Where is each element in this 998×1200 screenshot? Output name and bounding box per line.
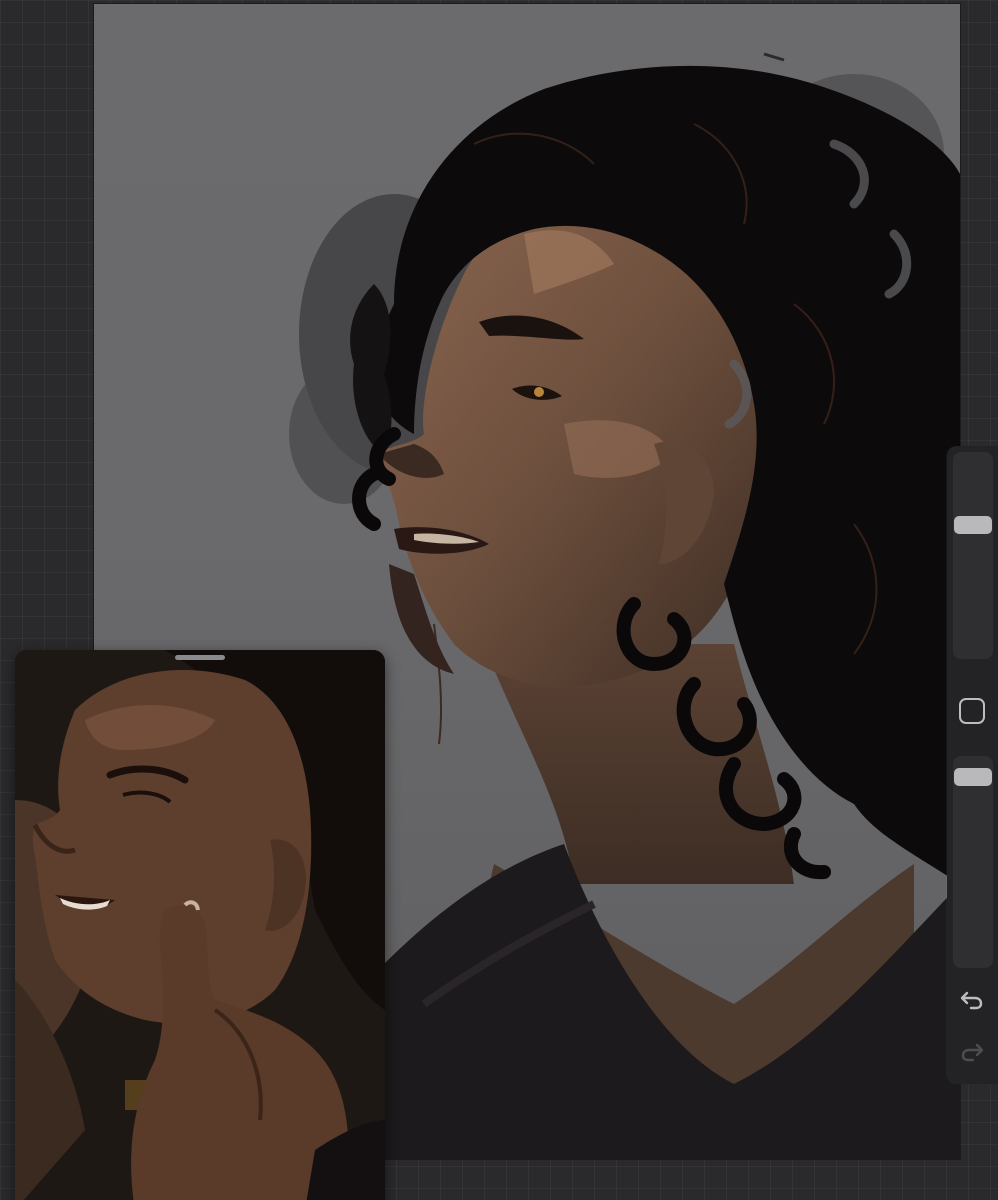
reference-image-window[interactable] <box>15 650 385 1200</box>
modify-button[interactable] <box>959 698 985 724</box>
workspace-grid <box>0 0 998 1200</box>
brush-size-slider[interactable] <box>953 452 993 659</box>
reference-photo <box>15 650 385 1200</box>
brush-opacity-slider-thumb[interactable] <box>954 768 992 786</box>
redo-arrow-icon <box>961 1043 984 1062</box>
brush-opacity-slider[interactable] <box>953 756 993 968</box>
undo-button[interactable] <box>956 984 988 1016</box>
redo-button[interactable] <box>956 1036 988 1068</box>
brush-size-slider-thumb[interactable] <box>954 516 992 534</box>
reference-window-drag-handle[interactable] <box>175 655 225 660</box>
undo-arrow-icon <box>960 991 983 1010</box>
sidebar-tools <box>947 446 998 1084</box>
